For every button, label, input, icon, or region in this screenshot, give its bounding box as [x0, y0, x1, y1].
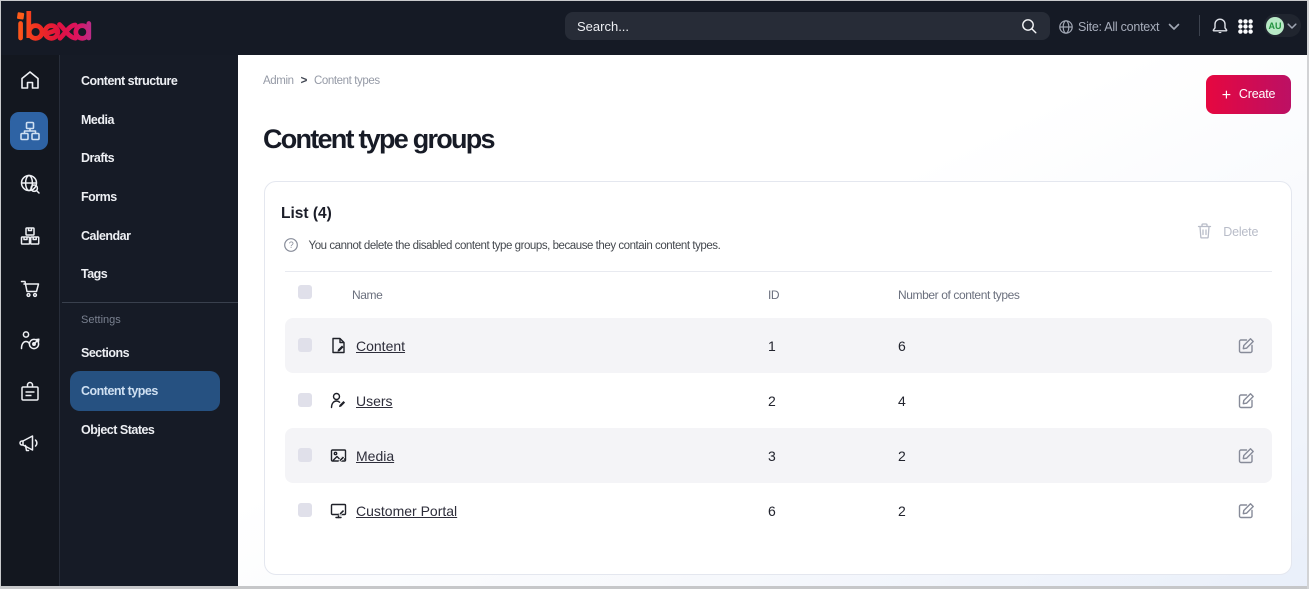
svg-text:?: ?: [289, 240, 294, 250]
